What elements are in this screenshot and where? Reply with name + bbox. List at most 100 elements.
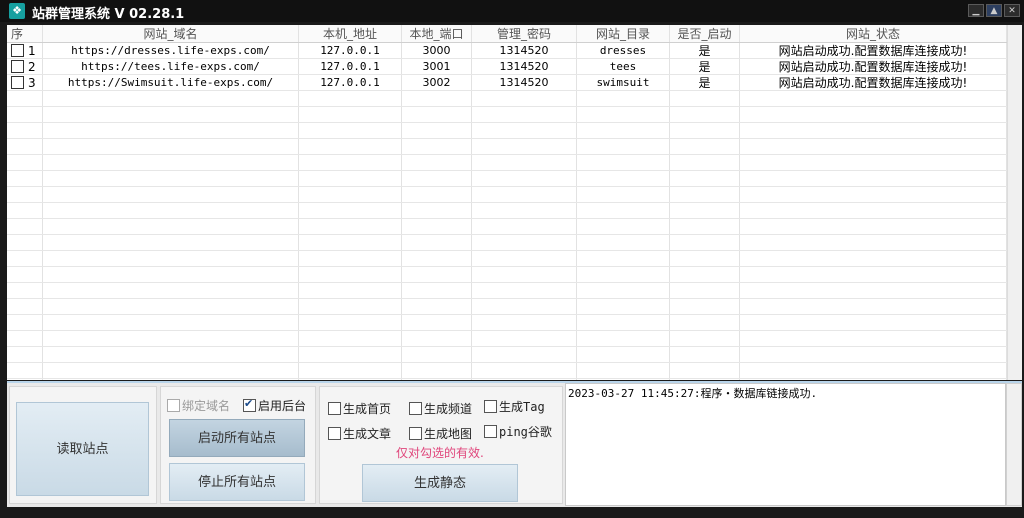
empty-cell [472,155,577,170]
empty-cell [670,91,740,106]
empty-cell [740,379,1007,380]
empty-cell [670,219,740,234]
row-port: 3002 [402,75,472,90]
empty-cell [7,139,43,154]
empty-cell [577,363,670,378]
empty-cell [402,171,472,186]
empty-cell [402,283,472,298]
row-checkbox[interactable] [11,60,24,73]
table-scrollbar[interactable] [1007,25,1022,380]
empty-cell [299,187,402,202]
empty-cell [740,139,1007,154]
empty-cell [670,283,740,298]
gen-home-checkbox[interactable]: 生成首页 [328,400,391,417]
empty-cell [472,299,577,314]
empty-cell [7,379,43,380]
empty-cell [299,347,402,362]
empty-cell [43,91,299,106]
empty-row [7,235,1007,251]
empty-cell [472,331,577,346]
empty-cell [402,235,472,250]
empty-cell [472,283,577,298]
col-port[interactable]: 本地_端口 [402,25,472,42]
empty-cell [577,203,670,218]
table-row[interactable]: 3 https://Swimsuit.life-exps.com/ 127.0.… [7,75,1007,91]
empty-cell [740,267,1007,282]
empty-cell [472,363,577,378]
empty-cell [670,155,740,170]
row-domain: https://tees.life-exps.com/ [43,59,299,74]
read-sites-button[interactable]: 读取站点 [16,402,149,496]
col-ip[interactable]: 本机_地址 [299,25,402,42]
empty-cell [740,91,1007,106]
empty-cell [7,91,43,106]
empty-cell [472,139,577,154]
ping-google-checkbox[interactable]: ping谷歌 [484,423,552,440]
empty-cell [577,107,670,122]
empty-row [7,315,1007,331]
site-table: 序 网站_域名 本机_地址 本地_端口 管理_密码 网站_目录 是否_启动 网站… [7,25,1022,380]
empty-cell [472,267,577,282]
log-scrollbar[interactable] [1006,383,1022,506]
empty-cell [43,123,299,138]
gen-static-button[interactable]: 生成静态 [362,464,518,502]
start-all-button[interactable]: 启动所有站点 [169,419,305,457]
empty-cell [43,171,299,186]
row-dir: dresses [577,43,670,58]
col-seq[interactable]: 序 [7,25,43,42]
empty-cell [472,203,577,218]
empty-row [7,139,1007,155]
empty-cell [472,91,577,106]
empty-cell [740,299,1007,314]
empty-cell [472,171,577,186]
gen-channel-checkbox[interactable]: 生成频道 [409,400,472,417]
read-panel: 读取站点 [9,386,157,504]
minimize-icon[interactable]: ▁ [968,4,984,17]
stop-all-button[interactable]: 停止所有站点 [169,463,305,501]
empty-cell [740,331,1007,346]
empty-cell [299,139,402,154]
empty-cell [299,155,402,170]
empty-cell [670,171,740,186]
log-output[interactable]: 2023-03-27 11:45:27:程序・数据库链接成功. [565,383,1006,506]
empty-cell [402,251,472,266]
empty-cell [472,315,577,330]
gen-tag-checkbox[interactable]: 生成Tag [484,398,545,415]
table-row[interactable]: 2 https://tees.life-exps.com/ 127.0.0.1 … [7,59,1007,75]
empty-cell [577,283,670,298]
maximize-icon[interactable]: ▲ [986,4,1002,17]
row-password: 1314520 [472,75,577,90]
close-icon[interactable]: ✕ [1004,4,1020,17]
col-password[interactable]: 管理_密码 [472,25,577,42]
empty-cell [670,347,740,362]
empty-cell [7,331,43,346]
col-status[interactable]: 网站_状态 [740,25,1007,42]
row-enabled: 是 [670,43,740,58]
gen-article-checkbox[interactable]: 生成文章 [328,425,391,442]
empty-cell [299,107,402,122]
empty-cell [43,379,299,380]
empty-cell [740,283,1007,298]
empty-cell [472,107,577,122]
row-checkbox[interactable] [11,76,24,89]
gen-channel-label: 生成频道 [424,402,473,416]
row-checkbox[interactable] [11,44,24,57]
col-domain[interactable]: 网站_域名 [43,25,299,42]
bind-domain-checkbox[interactable]: 绑定域名 [167,397,230,414]
enable-backend-checkbox[interactable]: 启用后台 [243,397,306,414]
empty-cell [670,187,740,202]
empty-cell [670,251,740,266]
empty-cell [472,347,577,362]
empty-cell [402,379,472,380]
empty-cell [43,219,299,234]
empty-cell [670,363,740,378]
gen-sitemap-checkbox[interactable]: 生成地图 [409,425,472,442]
empty-row [7,187,1007,203]
col-dir[interactable]: 网站_目录 [577,25,670,42]
empty-cell [7,315,43,330]
empty-cell [577,155,670,170]
empty-cell [740,235,1007,250]
table-row[interactable]: 1 https://dresses.life-exps.com/ 127.0.0… [7,43,1007,59]
col-enabled[interactable]: 是否_启动 [670,25,740,42]
row-domain: https://dresses.life-exps.com/ [43,43,299,58]
